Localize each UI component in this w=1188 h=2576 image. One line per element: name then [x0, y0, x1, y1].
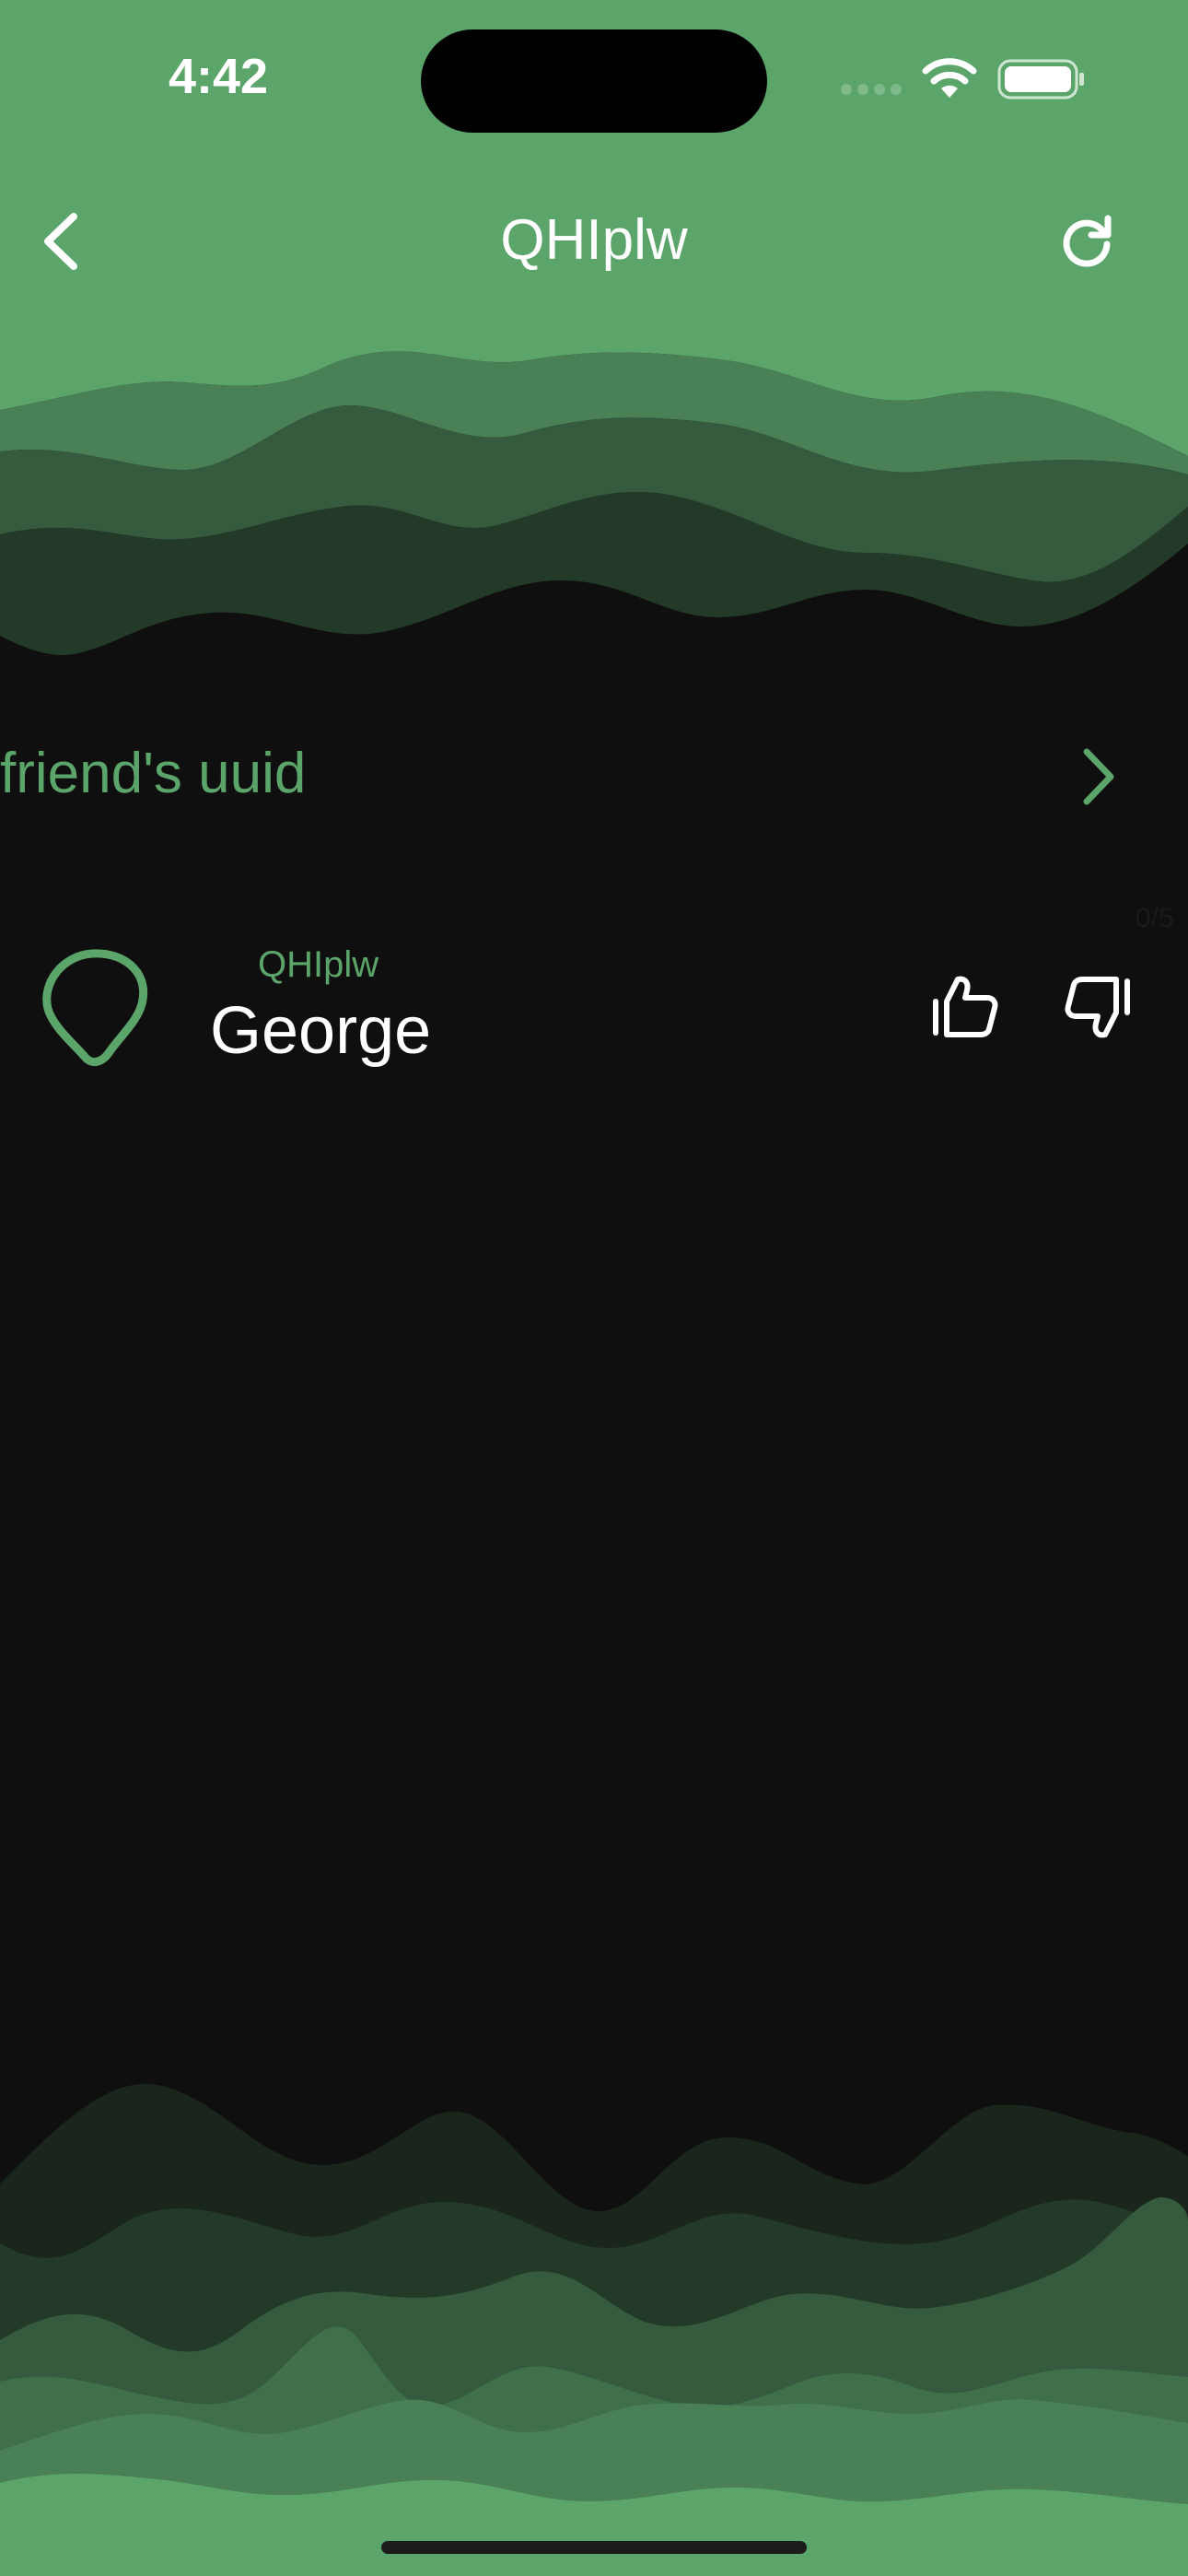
status-time: 4:42: [169, 49, 269, 104]
decorative-waves-top: [0, 313, 1188, 655]
item-subtitle: QHIplw: [258, 944, 379, 985]
dynamic-island: [421, 29, 767, 133]
wifi-icon: [922, 58, 977, 98]
item-name: George: [210, 994, 432, 1068]
battery-icon: [997, 59, 1084, 100]
chevron-right-icon[interactable]: [1076, 744, 1122, 809]
friend-uuid-label: friend's uuid: [0, 742, 307, 805]
blob-avatar-icon: [42, 949, 148, 1067]
signal-icon: [841, 84, 902, 95]
refresh-button[interactable]: [1054, 207, 1119, 272]
thumbs-down-button[interactable]: [1064, 972, 1133, 1041]
page-title: QHIplw: [500, 208, 688, 272]
item-counter: 0/5: [1136, 903, 1174, 933]
thumbs-up-button[interactable]: [930, 972, 999, 1041]
decorative-waves-bottom: [0, 2083, 1188, 2576]
home-indicator[interactable]: [381, 2541, 807, 2554]
